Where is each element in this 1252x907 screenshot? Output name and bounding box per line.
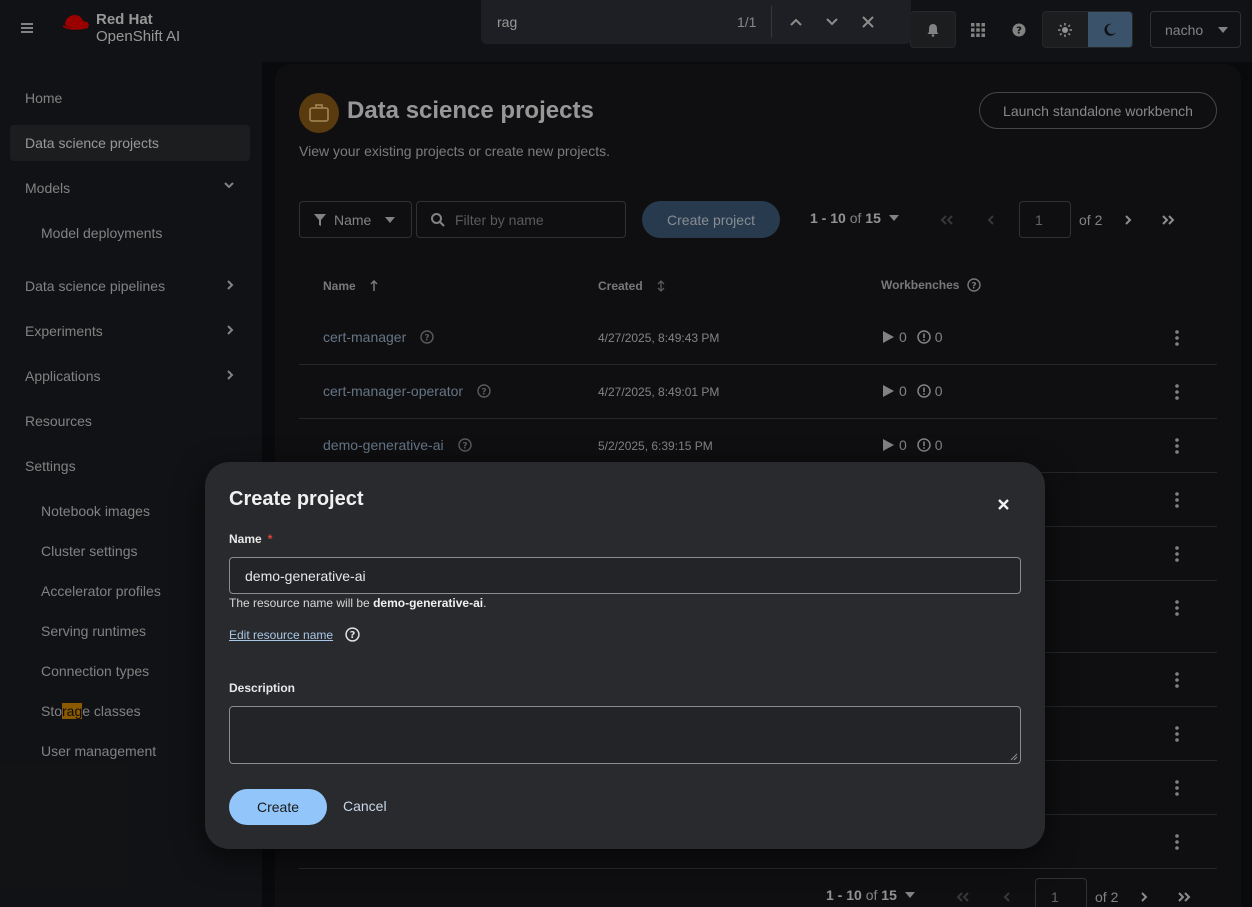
resource-name-helper: The resource name will be demo-generativ… — [229, 596, 487, 610]
svg-text:?: ? — [350, 630, 356, 641]
description-field-label: Description — [229, 681, 296, 695]
project-name-field[interactable]: demo-generative-ai — [229, 557, 1021, 594]
cancel-button[interactable]: Cancel — [343, 798, 387, 814]
create-button[interactable]: Create — [229, 789, 327, 825]
close-icon[interactable] — [993, 494, 1013, 514]
project-name-value: demo-generative-ai — [245, 567, 366, 584]
description-textarea[interactable] — [229, 706, 1021, 764]
resize-handle-icon[interactable] — [1010, 753, 1018, 761]
edit-resource-name-link[interactable]: Edit resource name — [229, 628, 333, 642]
modal-title: Create project — [229, 488, 364, 510]
create-project-modal: Create project Name * demo-generative-ai … — [205, 462, 1045, 849]
name-field-label: Name * — [229, 532, 273, 546]
help-icon[interactable]: ? — [345, 627, 360, 642]
required-indicator: * — [267, 532, 273, 546]
resource-name-value: demo-generative-ai — [373, 596, 484, 610]
